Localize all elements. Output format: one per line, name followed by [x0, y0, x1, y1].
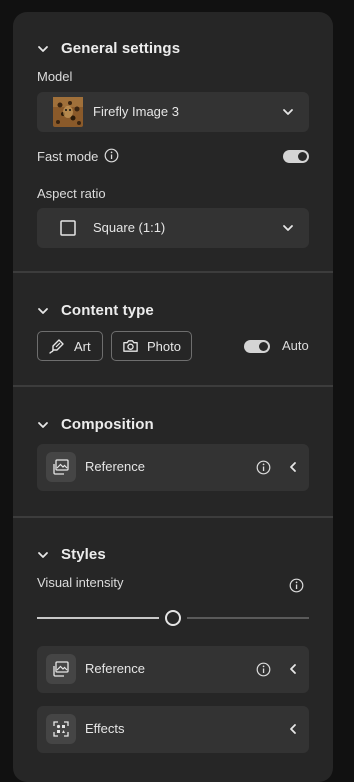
model-thumbnail: [53, 97, 83, 127]
photo-label: Photo: [147, 338, 181, 354]
visual-intensity-label: Visual intensity: [37, 575, 124, 590]
chevron-down-icon: [38, 45, 48, 52]
section-divider: [13, 516, 333, 518]
toggle-knob: [298, 152, 307, 161]
general-settings-title: General settings: [61, 40, 181, 57]
composition-title: Composition: [61, 416, 154, 433]
model-dropdown[interactable]: Firefly Image 3: [37, 92, 309, 132]
chevron-down-icon: [283, 225, 293, 231]
reference-image-thumb: [46, 654, 76, 684]
image-reference-icon: [53, 661, 69, 677]
square-ratio-icon: [60, 220, 76, 236]
styles-reference-row[interactable]: Reference: [37, 646, 309, 693]
aspect-ratio-value: Square (1:1): [93, 220, 166, 235]
image-reference-icon: [53, 459, 69, 475]
visual-intensity-slider[interactable]: [37, 608, 309, 628]
composition-header[interactable]: Composition: [37, 416, 154, 433]
content-type-title: Content type: [61, 302, 154, 319]
chevron-left-icon[interactable]: [287, 461, 299, 473]
model-value: Firefly Image 3: [93, 104, 179, 119]
general-settings-header[interactable]: General settings: [37, 40, 180, 57]
effects-thumb: [46, 714, 76, 744]
fast-mode-toggle[interactable]: [283, 150, 309, 163]
effects-row[interactable]: Effects: [37, 706, 309, 753]
styles-reference-label: Reference: [85, 661, 145, 676]
slider-track-filled: [37, 617, 159, 619]
photo-button[interactable]: Photo: [111, 331, 192, 361]
info-icon[interactable]: [256, 460, 271, 475]
section-divider: [13, 385, 333, 387]
aspect-ratio-label: Aspect ratio: [37, 186, 106, 201]
chevron-left-icon[interactable]: [287, 663, 299, 675]
art-label: Art: [74, 338, 91, 354]
composition-reference-label: Reference: [85, 459, 145, 474]
section-divider: [13, 271, 333, 273]
styles-header[interactable]: Styles: [37, 546, 106, 563]
info-icon[interactable]: [256, 662, 271, 677]
settings-panel: General settings Model Firefly Image 3 F…: [13, 12, 333, 782]
chevron-left-icon[interactable]: [287, 723, 299, 735]
slider-track: [187, 617, 309, 619]
brush-icon: [49, 339, 64, 354]
fast-mode-label: Fast mode: [37, 149, 99, 164]
info-icon[interactable]: [104, 148, 119, 163]
auto-label: Auto: [282, 338, 309, 353]
styles-title: Styles: [61, 546, 106, 563]
chevron-down-icon: [283, 109, 293, 115]
info-icon[interactable]: [289, 578, 304, 593]
reference-image-thumb: [46, 452, 76, 482]
content-type-header[interactable]: Content type: [37, 302, 154, 319]
chevron-down-icon: [38, 307, 48, 314]
chevron-down-icon: [38, 421, 48, 428]
camera-icon: [123, 340, 138, 352]
composition-reference-row[interactable]: Reference: [37, 444, 309, 491]
effects-icon: [53, 721, 69, 737]
toggle-knob: [259, 342, 268, 351]
effects-label: Effects: [85, 721, 125, 736]
model-label: Model: [37, 69, 73, 84]
art-button[interactable]: Art: [37, 331, 103, 361]
slider-thumb[interactable]: [165, 610, 181, 626]
aspect-ratio-dropdown[interactable]: Square (1:1): [37, 208, 309, 248]
auto-toggle[interactable]: [244, 340, 270, 353]
chevron-down-icon: [38, 551, 48, 558]
